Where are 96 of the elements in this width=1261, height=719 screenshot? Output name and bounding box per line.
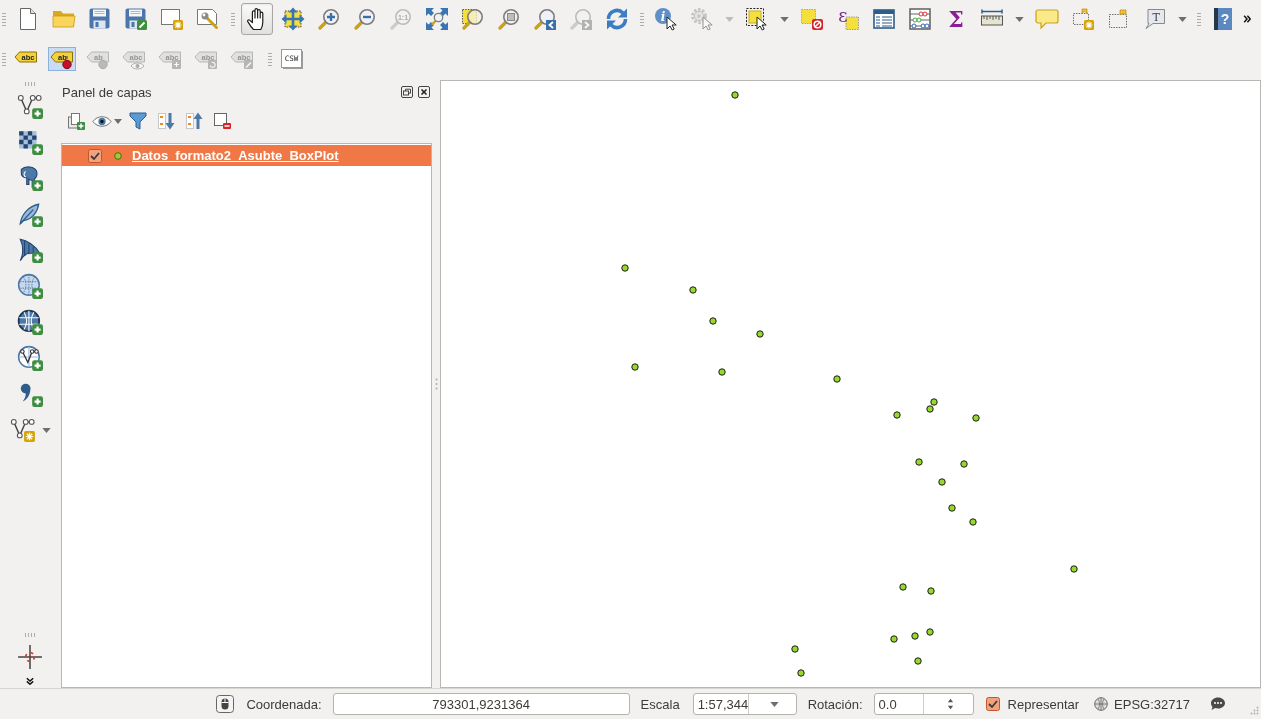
refresh-icon [605,7,629,31]
bookmark-star-icon [1071,7,1095,31]
point-marker-icon [969,518,977,526]
eye-icon [92,114,112,128]
checker-plus-icon [17,129,43,155]
magnifier-square-icon [461,7,485,31]
pages-plus-icon [66,111,86,131]
toolbar-grip[interactable] [1197,12,1201,26]
point-marker-icon [791,645,799,653]
point-marker-icon [914,657,922,665]
caret-icon[interactable] [41,427,51,433]
point-marker-icon [621,264,629,272]
point-marker-icon [833,375,841,383]
toolbar-grip[interactable] [24,82,36,86]
point-marker-icon [709,317,717,325]
toolbar-grip[interactable] [24,633,36,637]
speech-bubble-icon [1035,7,1059,31]
scale-combo[interactable]: 1:57,344 [692,693,797,715]
caret-icon [769,701,779,707]
point-marker-icon [797,669,805,677]
filter-legend-button[interactable] [126,109,150,133]
crosshair-icon [17,644,43,670]
close-icon[interactable] [418,86,430,98]
scale-label: Escala [640,696,680,712]
spin-arrows-icon [946,697,954,711]
collapse-list-icon [184,111,204,131]
toolbar-grip[interactable] [640,12,644,26]
toolbar-grip[interactable] [2,12,6,26]
layer-name: Datos_formato2_Asubte_BoxPlot [132,148,339,163]
expand-list-icon [156,111,176,131]
point-marker-icon [960,460,968,468]
point-marker-icon [731,91,739,99]
point-marker-icon [1070,565,1078,573]
mouse-icon[interactable] [216,695,235,713]
point-marker-icon [718,368,726,376]
coordinate-label: Coordenada: [246,696,322,712]
caret-icon[interactable] [1015,16,1024,22]
globe-vector-plus-icon [17,345,43,371]
vector-plus-icon [17,93,43,119]
point-marker-icon [915,458,923,466]
point-marker-icon [893,411,901,419]
point-symbol-icon [114,151,122,160]
coordinate-field[interactable]: 793301,9231364 [332,693,630,715]
render-checkbox[interactable]: Representar [985,696,1080,712]
point-marker-icon [972,414,980,422]
panel-title: Panel de capas [62,84,153,100]
zoom-in-icon [317,7,341,31]
square-minus-icon [212,111,232,131]
expand-arrows-icon [425,7,449,31]
magnifier-forward-arrow-icon [569,7,593,31]
resize-grip-icon[interactable] [1249,706,1259,716]
messages-icon[interactable] [1210,696,1226,712]
point-marker-icon [911,632,919,640]
globe-plus-icon [17,273,43,299]
rotation-label: Rotación: [807,696,863,712]
point-marker-icon [927,587,935,595]
square-prohibit-icon [800,7,824,31]
table-icon [872,7,896,31]
page-star-icon [160,7,184,31]
point-marker-icon [938,478,946,486]
crs-button[interactable]: EPSG:32717 [1094,696,1190,712]
caret-icon [114,118,122,124]
point-marker-icon [948,504,956,512]
toolbar-grip[interactable] [231,12,235,26]
zoom-out-icon [353,7,377,31]
abacus-icon [908,7,932,31]
point-marker-icon [631,363,639,371]
rotation-spinbox[interactable]: 0.0 [873,693,974,715]
globe-grid-plus-icon [17,309,43,335]
double-chevron-icon[interactable] [25,677,35,685]
point-marker-icon [689,286,697,294]
caret-icon[interactable] [780,16,789,22]
point-marker-icon [926,628,934,636]
gear-cursor-icon [690,7,714,31]
caret-icon[interactable] [1178,16,1187,22]
globe-icon [1094,697,1109,711]
magnifier-back-arrow-icon [533,7,557,31]
feather-plus-icon [17,201,43,227]
splitter-handle[interactable] [435,378,438,390]
select-cursor-icon [745,7,769,31]
checkbox[interactable] [88,148,102,163]
float-window-icon[interactable] [401,86,413,98]
four-arrows-icon [281,7,305,31]
vector-star-icon [9,417,36,443]
funnel-icon [128,111,148,131]
magnifier-frame-icon [497,7,521,31]
point-marker-icon [756,330,764,338]
floppy-disk-pencil-icon [124,7,148,31]
point-marker-icon [899,583,907,591]
page-wrench-icon [196,7,220,31]
toolbar-grip[interactable] [268,52,272,66]
sail-plus-icon [17,237,43,263]
pan-button[interactable] [241,3,273,35]
double-chevron-icon[interactable] [1243,14,1251,24]
toolbar-grip[interactable] [2,52,6,66]
point-marker-icon [890,635,898,643]
